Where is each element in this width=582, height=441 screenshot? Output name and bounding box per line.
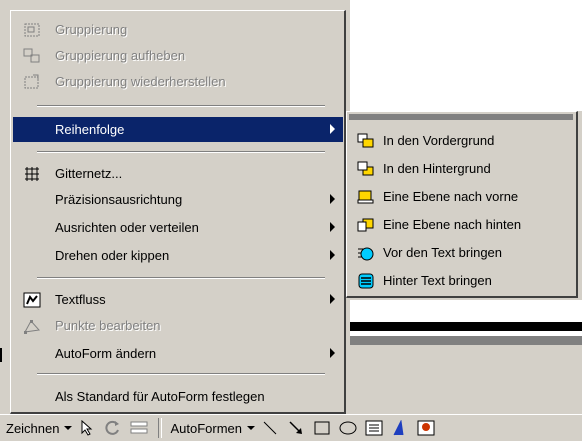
free-rotate-icon[interactable] bbox=[102, 417, 124, 439]
submenu-item-in-den-vordergrund[interactable]: In den Vordergrund bbox=[351, 128, 571, 153]
group-icon bbox=[19, 20, 45, 40]
menu-item-label: Punkte bearbeiten bbox=[55, 318, 161, 333]
rectangle-tool-icon[interactable] bbox=[311, 417, 333, 439]
send-to-back-icon bbox=[355, 159, 377, 179]
menu-item-label: Textfluss bbox=[55, 292, 106, 307]
zeichnen-label: Zeichnen bbox=[6, 420, 60, 436]
menu-item-gruppierung[interactable]: Gruppierung bbox=[13, 17, 343, 42]
caret-down-icon bbox=[247, 426, 256, 430]
arrow-tool-icon[interactable] bbox=[285, 417, 307, 439]
ungroup-icon bbox=[19, 46, 45, 66]
submenu-arrow-icon bbox=[330, 250, 335, 260]
document-background-bottom bbox=[350, 300, 582, 322]
menu-item-label: Gruppierung aufheben bbox=[55, 48, 186, 63]
autoformen-menu-button[interactable]: AutoFormen bbox=[170, 420, 256, 436]
text-wrap-icon bbox=[19, 290, 45, 310]
menu-item-label: Gitternetz... bbox=[55, 166, 123, 181]
submenu-item-label: In den Vordergrund bbox=[383, 133, 495, 148]
regroup-icon bbox=[19, 72, 45, 92]
menu-item-label: Ausrichten oder verteilen bbox=[55, 220, 199, 235]
send-behind-text-icon bbox=[355, 271, 377, 291]
menu-separator bbox=[37, 373, 325, 375]
submenu-item-label: Eine Ebene nach hinten bbox=[383, 217, 522, 232]
bring-in-front-of-text-icon bbox=[355, 243, 377, 263]
submenu-item-in-den-hintergrund[interactable]: In den Hintergrund bbox=[351, 156, 571, 181]
document-gray-area bbox=[350, 345, 582, 410]
menu-item-autoform-aendern[interactable]: AutoForm ändern bbox=[13, 341, 343, 366]
menu-item-als-standard-festlegen[interactable]: Als Standard für AutoForm festlegen bbox=[13, 384, 343, 409]
submenu-item-vor-den-text-bringen[interactable]: Vor den Text bringen bbox=[351, 240, 571, 265]
submenu-item-label: Vor den Text bringen bbox=[383, 245, 503, 260]
menu-separator bbox=[37, 105, 325, 107]
grid-icon bbox=[19, 164, 45, 184]
submenu-item-label: Hinter Text bringen bbox=[383, 273, 492, 288]
menu-item-reihenfolge[interactable]: Reihenfolge bbox=[13, 117, 343, 142]
caret-down-icon bbox=[64, 426, 73, 430]
menu-item-label: Gruppierung bbox=[55, 22, 128, 37]
toolbar-separator bbox=[158, 418, 163, 438]
menu-item-label: AutoForm ändern bbox=[55, 346, 157, 361]
submenu-arrow-icon bbox=[330, 194, 335, 204]
menu-separator bbox=[37, 151, 325, 153]
submenu-item-eine-ebene-nach-hinten[interactable]: Eine Ebene nach hinten bbox=[351, 212, 571, 237]
submenu-arrow-icon bbox=[330, 348, 335, 358]
autoformen-label: AutoFormen bbox=[170, 420, 243, 436]
menu-separator bbox=[37, 277, 325, 279]
bring-to-front-icon bbox=[355, 131, 377, 151]
menu-item-textfluss[interactable]: Textfluss bbox=[13, 287, 343, 312]
clipart-tool-icon[interactable] bbox=[415, 417, 437, 439]
select-objects-icon[interactable] bbox=[76, 417, 98, 439]
textbox-tool-icon[interactable] bbox=[363, 417, 385, 439]
menu-item-label: Drehen oder kippen bbox=[55, 248, 170, 263]
menu-item-gruppierung-wiederherstellen[interactable]: Gruppierung wiederherstellen bbox=[13, 69, 343, 94]
document-gray-bar bbox=[350, 336, 582, 345]
menu-item-label: Reihenfolge bbox=[55, 122, 125, 137]
menu-item-praezisionsausrichtung[interactable]: Präzisionsausrichtung bbox=[13, 187, 343, 212]
menu-item-label: Präzisionsausrichtung bbox=[55, 192, 183, 207]
menu-item-punkte-bearbeiten[interactable]: Punkte bearbeiten bbox=[13, 313, 343, 338]
document-black-bar bbox=[350, 322, 582, 331]
document-left-edge bbox=[0, 348, 8, 362]
submenu-arrow-icon bbox=[330, 222, 335, 232]
submenu-arrow-icon bbox=[330, 124, 335, 134]
menu-item-drehen-oder-kippen[interactable]: Drehen oder kippen bbox=[13, 243, 343, 268]
send-backward-icon bbox=[355, 215, 377, 235]
zeichnen-menu-button[interactable]: Zeichnen bbox=[6, 420, 73, 436]
menu-item-ausrichten-oder-verteilen[interactable]: Ausrichten oder verteilen bbox=[13, 215, 343, 240]
line-tool-icon[interactable] bbox=[259, 417, 281, 439]
submenu-item-label: Eine Ebene nach vorne bbox=[383, 189, 519, 204]
bring-forward-icon bbox=[355, 187, 377, 207]
menu-item-label: Als Standard für AutoForm festlegen bbox=[55, 389, 265, 404]
reihenfolge-submenu: In den Vordergrund In den Hintergrund Ei… bbox=[346, 111, 578, 298]
submenu-item-eine-ebene-nach-vorne[interactable]: Eine Ebene nach vorne bbox=[351, 184, 571, 209]
align-distribute-icon[interactable] bbox=[128, 417, 150, 439]
oval-tool-icon[interactable] bbox=[337, 417, 359, 439]
drawing-toolbar: Zeichnen AutoFormen bbox=[0, 414, 582, 441]
submenu-item-hinter-text-bringen[interactable]: Hinter Text bringen bbox=[351, 268, 571, 293]
menu-item-gitternetz[interactable]: Gitternetz... bbox=[13, 161, 343, 186]
menu-item-label: Gruppierung wiederherstellen bbox=[55, 74, 226, 89]
submenu-item-label: In den Hintergrund bbox=[383, 161, 491, 176]
document-background-top bbox=[350, 0, 582, 111]
submenu-top-bar bbox=[349, 114, 573, 120]
edit-points-icon bbox=[19, 316, 45, 336]
wordart-tool-icon[interactable] bbox=[389, 417, 411, 439]
submenu-arrow-icon bbox=[330, 294, 335, 304]
drawing-context-menu: Gruppierung Gruppierung aufheben Gruppie… bbox=[10, 10, 346, 414]
menu-item-gruppierung-aufheben[interactable]: Gruppierung aufheben bbox=[13, 43, 343, 68]
